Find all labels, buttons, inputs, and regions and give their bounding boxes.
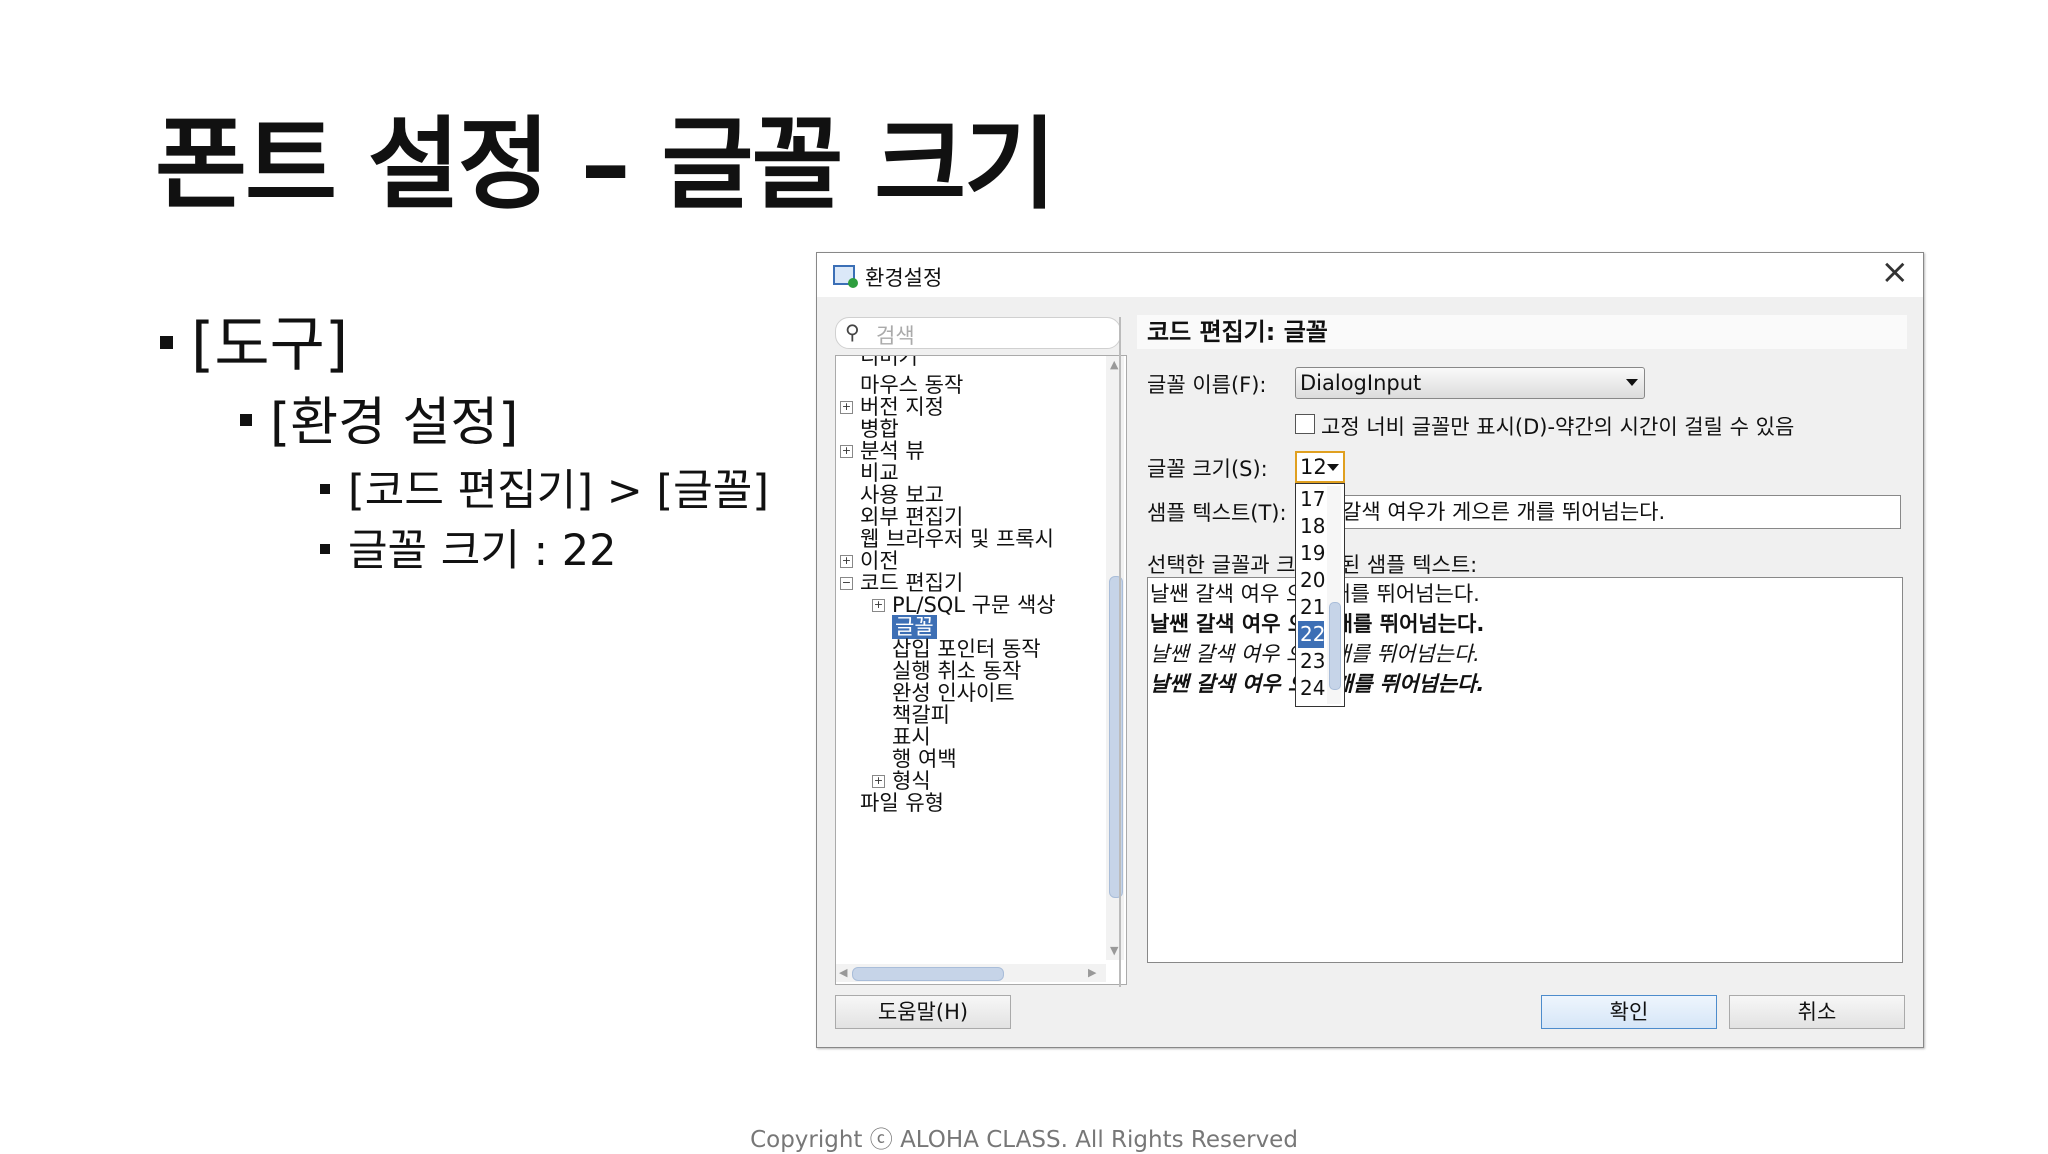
bullet-item: [코드 편집기] > [글꼴]: [320, 461, 769, 521]
fixed-width-checkbox[interactable]: [1295, 414, 1315, 434]
expand-plus-icon[interactable]: +: [872, 775, 885, 788]
tree-item-label: 파일 유형: [860, 791, 944, 815]
bullet-text: 글꼴 크기 : 22: [348, 526, 617, 576]
cancel-button[interactable]: 취소: [1729, 995, 1905, 1029]
dialog-title: 환경설정: [865, 266, 943, 290]
bullet-item: [도구]: [160, 305, 769, 385]
section-title: 코드 편집기: 글꼴: [1137, 315, 1907, 349]
font-size-label: 글꼴 크기(S):: [1147, 457, 1268, 481]
tree-item-label: 디버거: [860, 355, 918, 369]
dropdown-scroll-thumb[interactable]: [1329, 602, 1341, 690]
bullet-square-icon: [320, 543, 330, 554]
preferences-app-icon: [833, 265, 858, 288]
fixed-width-label: 고정 너비 글꼴만 표시(D)-약간의 시간이 걸릴 수 있음: [1321, 415, 1795, 439]
ok-button[interactable]: 확인: [1541, 995, 1717, 1029]
tree-item-debugger[interactable]: 디버거: [860, 355, 918, 371]
bullet-text: [코드 편집기] > [글꼴]: [348, 466, 770, 516]
font-name-value: DialogInput: [1300, 371, 1422, 395]
dropdown-scrollbar[interactable]: [1327, 486, 1341, 704]
bullet-text: [환경 설정]: [270, 393, 519, 453]
preferences-tree: 디버거 마우스 동작 + 버전 지정 병합 + 분석 뷰 비교 사용 보고 외부…: [835, 355, 1127, 985]
sample-text-input[interactable]: 갈색 여우가 게으른 개를 뛰어넘는다.: [1337, 495, 1901, 529]
size-option[interactable]: 24: [1298, 675, 1325, 702]
size-option-selected[interactable]: 22: [1298, 621, 1325, 648]
bullet-text: [도구]: [191, 310, 349, 380]
tree-vertical-scrollbar[interactable]: ▲ ▼: [1106, 356, 1124, 960]
size-option[interactable]: 23: [1298, 648, 1325, 675]
slide-title: 폰트 설정 – 글꼴 크기: [155, 106, 1056, 223]
size-option[interactable]: 18: [1298, 513, 1325, 540]
size-option[interactable]: 21: [1298, 594, 1325, 621]
font-size-dropdown-list: 17 18 19 20 21 22 23 24: [1295, 483, 1345, 707]
tree-horizontal-scrollbar[interactable]: ◀ ▶: [836, 964, 1106, 982]
font-name-select[interactable]: DialogInput: [1295, 367, 1645, 399]
scroll-left-arrow-icon[interactable]: ◀: [839, 966, 847, 979]
bullet-square-icon: [240, 414, 252, 426]
bullet-item: 글꼴 크기 : 22: [320, 521, 769, 581]
sample-text-label: 샘플 텍스트(T):: [1147, 501, 1287, 525]
bullet-square-icon: [160, 335, 173, 349]
close-icon[interactable]: ×: [1881, 255, 1910, 289]
tree-item-file-types[interactable]: 파일 유형: [860, 790, 944, 817]
chevron-down-icon: [1327, 464, 1339, 471]
bullet-list: [도구] [환경 설정] [코드 편집기] > [글꼴] 글꼴 크기 : 22: [160, 305, 769, 581]
collapse-minus-icon[interactable]: −: [840, 577, 853, 590]
scroll-up-arrow-icon[interactable]: ▲: [1110, 358, 1118, 371]
size-option[interactable]: 20: [1298, 567, 1325, 594]
expand-plus-icon[interactable]: +: [840, 445, 853, 458]
bullet-item: [환경 설정]: [240, 385, 769, 461]
font-size-value: 12: [1300, 455, 1327, 479]
scroll-down-arrow-icon[interactable]: ▼: [1110, 944, 1118, 957]
search-input[interactable]: ⚲ 검색: [835, 317, 1121, 349]
scroll-right-arrow-icon[interactable]: ▶: [1088, 966, 1096, 979]
copyright-footer: Copyright ⓒ ALOHA CLASS. All Rights Rese…: [750, 1127, 1298, 1153]
expand-plus-icon[interactable]: +: [872, 599, 885, 612]
font-size-select[interactable]: 12: [1295, 451, 1345, 483]
size-option[interactable]: 19: [1298, 540, 1325, 567]
tree-horizontal-scroll-thumb[interactable]: [852, 967, 1004, 981]
search-placeholder: 검색: [876, 324, 915, 348]
pane-divider[interactable]: [1119, 317, 1121, 987]
expand-plus-icon[interactable]: +: [840, 555, 853, 568]
search-icon: ⚲: [845, 320, 860, 344]
bullet-square-icon: [320, 483, 330, 494]
chevron-down-icon: [1626, 379, 1638, 386]
help-button[interactable]: 도움말(H): [835, 995, 1011, 1029]
preferences-dialog: 환경설정 × ⚲ 검색 디버거 마우스 동작 + 버전 지정 병합 + 분석 뷰…: [816, 252, 1924, 1048]
sample-preview-box: 날쌘 갈색 여우 으른 개를 뛰어넘는다. 날쌘 갈색 여우 으른 개를 뛰어넘…: [1147, 577, 1903, 963]
font-name-label: 글꼴 이름(F):: [1147, 373, 1267, 397]
expand-plus-icon[interactable]: +: [840, 401, 853, 414]
dialog-titlebar[interactable]: 환경설정 ×: [817, 253, 1923, 297]
size-option[interactable]: 17: [1298, 486, 1325, 513]
